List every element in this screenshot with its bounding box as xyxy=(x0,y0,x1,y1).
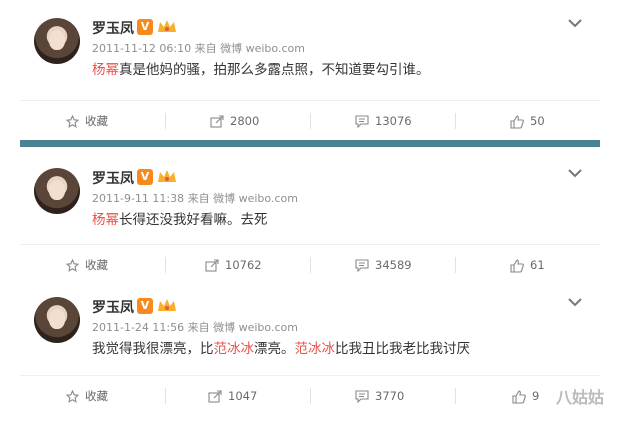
vip-crown-icon xyxy=(158,20,176,32)
repost-count: 1047 xyxy=(228,389,258,403)
avatar[interactable] xyxy=(34,18,80,64)
chevron-down-icon[interactable] xyxy=(566,16,584,30)
post-text: 杨幂长得还没我好看嘛。去死 xyxy=(92,208,268,228)
post-meta: 2011-9-11 11:38 来自 微博 weibo.com xyxy=(92,192,298,205)
post-text-body: 比我丑比我老比我讨厌 xyxy=(335,341,470,357)
separator xyxy=(165,257,166,273)
comment-button[interactable]: 3770 xyxy=(355,376,404,416)
action-bar: 收藏 1047 3770 9 xyxy=(20,375,600,415)
post-header: 罗玉凤 V 2011-11-12 06:10 来自 微博 weibo.com 杨… xyxy=(20,14,600,114)
post-meta: 2011-1-24 11:56 来自 微博 weibo.com xyxy=(92,321,298,334)
mention-link[interactable]: 杨幂 xyxy=(92,212,119,228)
repost-count: 2800 xyxy=(230,114,260,128)
repost-count: 10762 xyxy=(225,258,262,272)
like-count: 61 xyxy=(530,258,545,272)
post-text-body: 真是他妈的骚，拍那么多露点照，不知道要勾引谁。 xyxy=(119,62,430,78)
section-divider xyxy=(20,140,600,147)
post-text-body: 我觉得我很漂亮，比 xyxy=(92,341,214,357)
collect-label: 收藏 xyxy=(85,389,108,403)
avatar[interactable] xyxy=(34,297,80,343)
separator xyxy=(455,113,456,129)
post-text-body: 漂亮。 xyxy=(254,341,295,357)
repost-icon xyxy=(210,115,224,128)
chevron-down-icon[interactable] xyxy=(566,166,584,180)
like-button[interactable]: 61 xyxy=(510,245,545,285)
vip-crown-icon xyxy=(158,299,176,311)
separator xyxy=(310,388,311,404)
comment-button[interactable]: 13076 xyxy=(355,101,412,141)
comment-icon xyxy=(355,390,369,404)
post-text-body: 长得还没我好看嘛。去死 xyxy=(119,212,268,228)
author-name[interactable]: 罗玉凤 xyxy=(92,297,134,317)
post-text: 杨幂真是他妈的骚，拍那么多露点照，不知道要勾引谁。 xyxy=(92,58,430,78)
collect-label: 收藏 xyxy=(85,258,108,272)
star-icon xyxy=(65,389,80,403)
watermark: 八姑姑 xyxy=(556,388,605,407)
collect-button[interactable]: 收藏 xyxy=(65,245,108,285)
separator xyxy=(165,388,166,404)
star-icon xyxy=(65,114,80,128)
separator xyxy=(165,113,166,129)
separator xyxy=(310,257,311,273)
separator xyxy=(455,257,456,273)
verified-badge-icon: V xyxy=(137,169,153,185)
avatar[interactable] xyxy=(34,168,80,214)
thumbs-up-icon xyxy=(512,389,526,404)
separator xyxy=(455,388,456,404)
mention-link[interactable]: 范冰冰 xyxy=(214,341,255,357)
repost-button[interactable]: 1047 xyxy=(208,376,257,416)
comment-count: 3770 xyxy=(375,389,405,403)
vip-crown-icon xyxy=(158,170,176,182)
comment-button[interactable]: 34589 xyxy=(355,245,412,285)
mention-link[interactable]: 杨幂 xyxy=(92,62,119,78)
star-icon xyxy=(65,258,80,272)
comment-icon xyxy=(355,115,369,129)
verified-badge-icon: V xyxy=(137,19,153,35)
repost-button[interactable]: 2800 xyxy=(210,101,259,141)
mention-link[interactable]: 范冰冰 xyxy=(295,341,336,357)
repost-button[interactable]: 10762 xyxy=(205,245,262,285)
comment-icon xyxy=(355,259,369,273)
collect-button[interactable]: 收藏 xyxy=(65,376,108,416)
author-name[interactable]: 罗玉凤 xyxy=(92,18,134,38)
like-button[interactable]: 50 xyxy=(510,101,545,141)
collect-button[interactable]: 收藏 xyxy=(65,101,108,141)
post-meta: 2011-11-12 06:10 来自 微博 weibo.com xyxy=(92,42,305,55)
repost-icon xyxy=(208,390,222,403)
author-name[interactable]: 罗玉凤 xyxy=(92,168,134,188)
verified-badge-icon: V xyxy=(137,298,153,314)
collect-label: 收藏 xyxy=(85,114,108,128)
separator xyxy=(310,113,311,129)
thumbs-up-icon xyxy=(510,258,524,273)
comment-count: 34589 xyxy=(375,258,412,272)
thumbs-up-icon xyxy=(510,114,524,129)
like-count: 50 xyxy=(530,114,545,128)
post-text: 我觉得我很漂亮，比范冰冰漂亮。范冰冰比我丑比我老比我讨厌 xyxy=(92,337,470,357)
like-button[interactable]: 9 xyxy=(512,376,539,416)
like-count: 9 xyxy=(532,389,540,403)
comment-count: 13076 xyxy=(375,114,412,128)
action-bar: 收藏 2800 13076 50 xyxy=(20,100,600,140)
action-bar: 收藏 10762 34589 61 xyxy=(20,244,600,284)
repost-icon xyxy=(205,259,219,272)
chevron-down-icon[interactable] xyxy=(566,295,584,309)
